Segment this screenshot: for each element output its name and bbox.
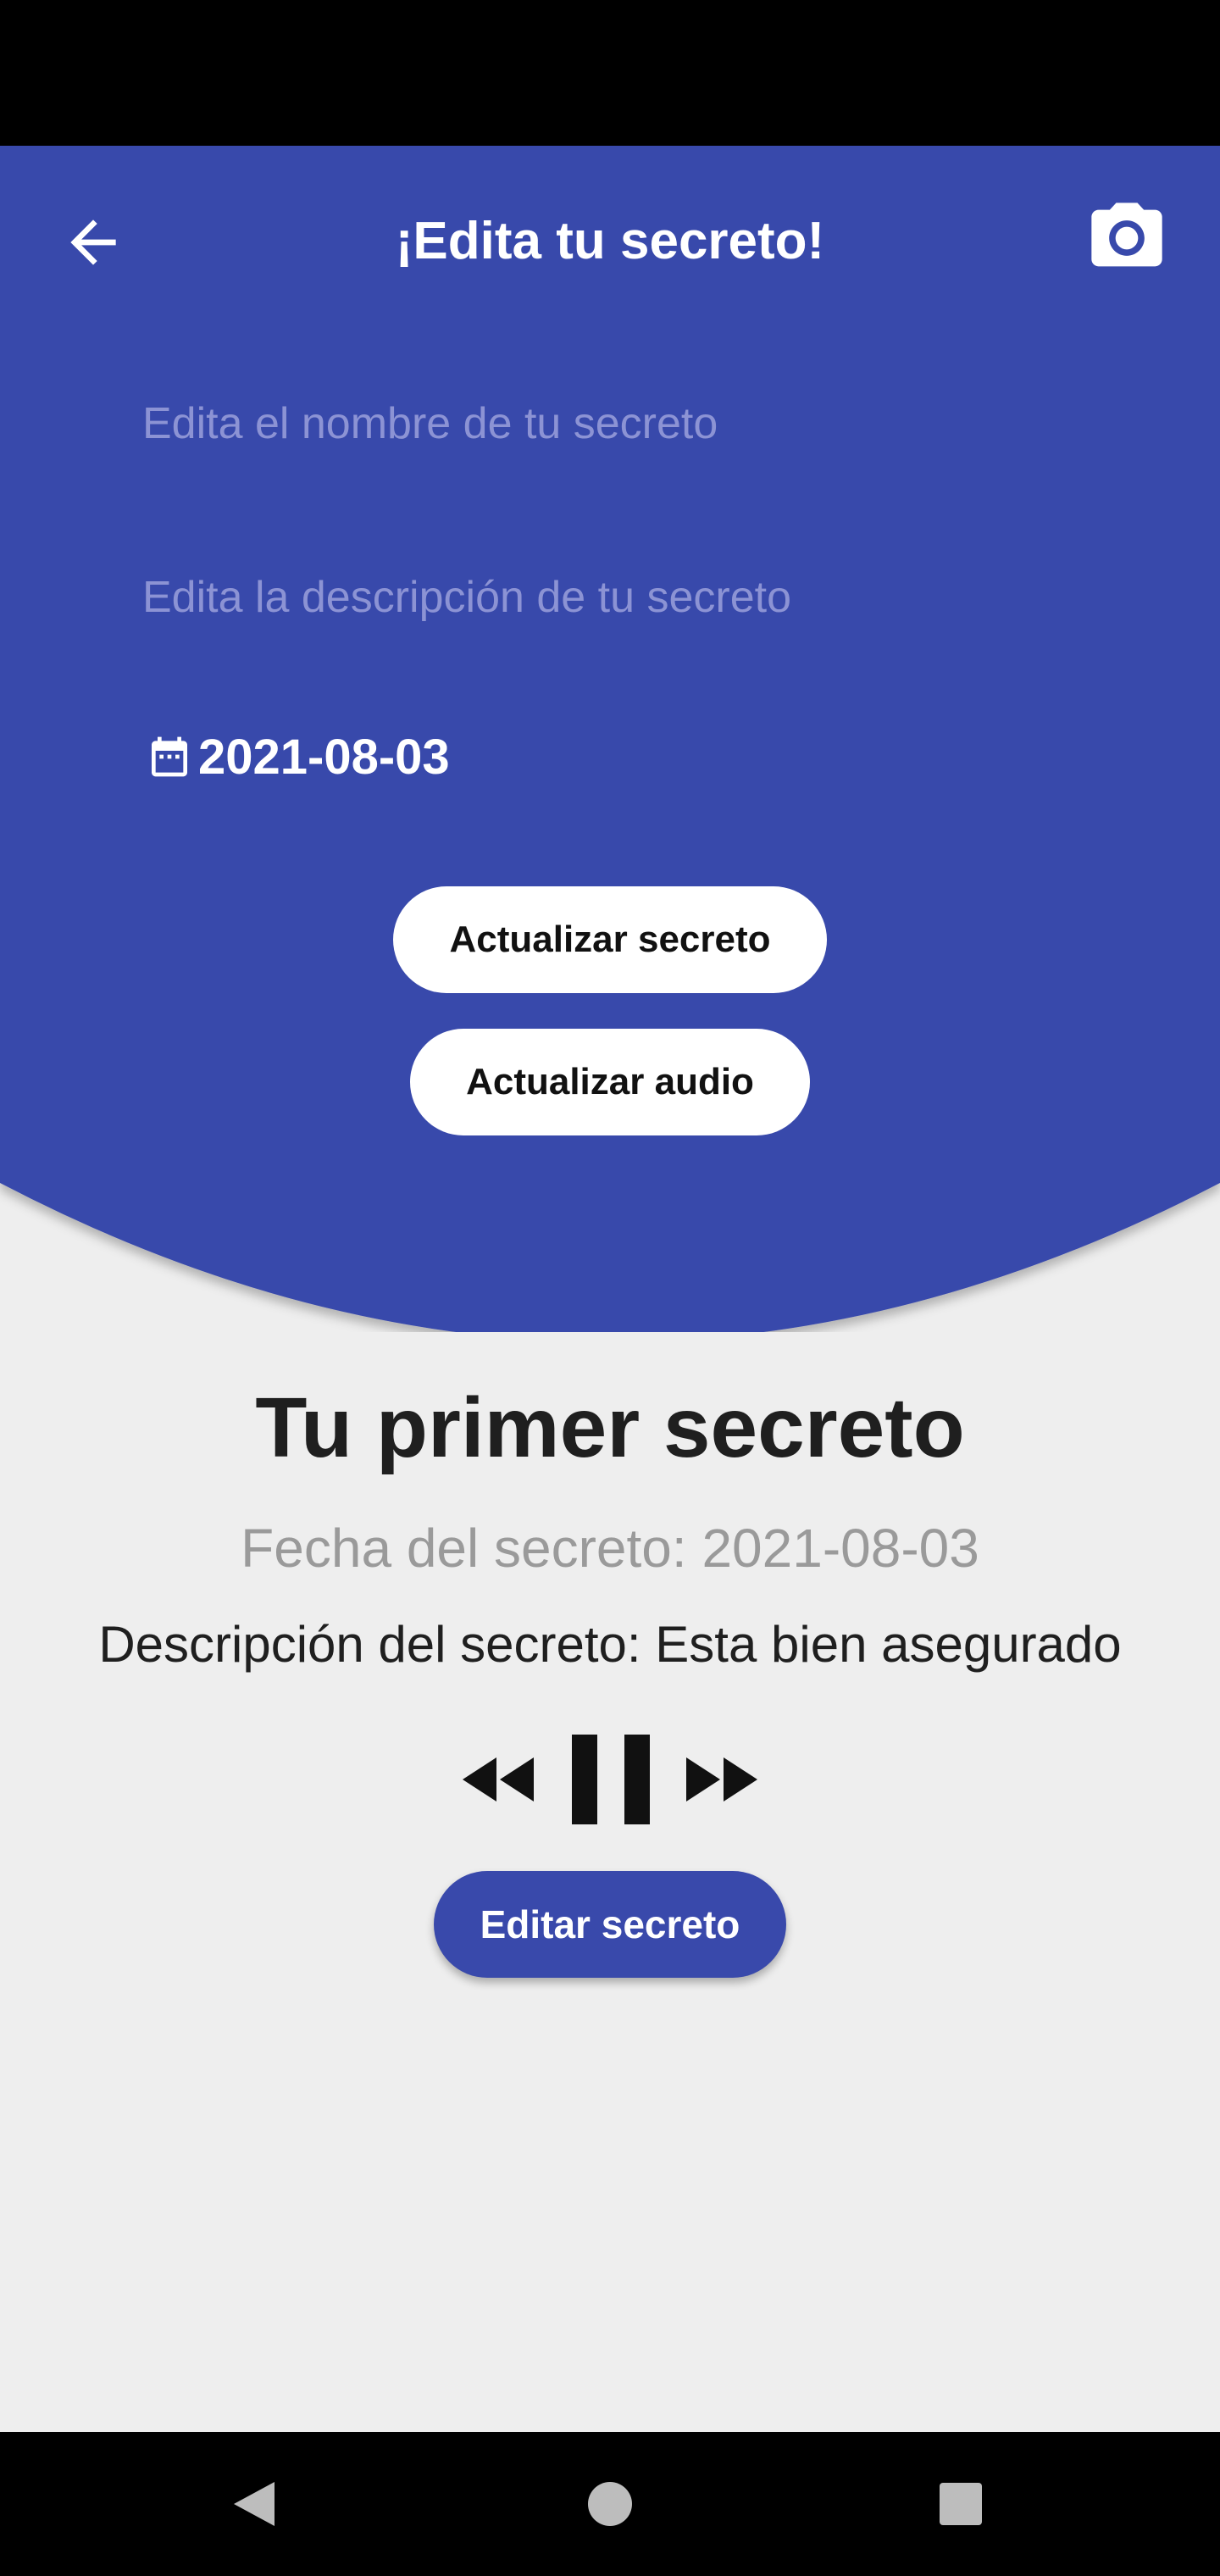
calendar-icon [152, 736, 187, 777]
secret-date: Fecha del secreto: 2021-08-03 [241, 1518, 979, 1579]
camera-button[interactable] [1076, 192, 1178, 285]
nav-back-button[interactable] [186, 2432, 322, 2576]
system-navigation-bar [0, 2432, 1220, 2576]
rewind-button[interactable] [458, 1729, 539, 1830]
edit-secret-button[interactable]: Editar secreto [434, 1871, 786, 1978]
update-audio-button[interactable]: Actualizar audio [410, 1029, 810, 1135]
arrow-left-icon [70, 219, 116, 265]
status-bar [0, 0, 1220, 146]
page-title: ¡Edita tu secreto! [395, 212, 825, 270]
nav-home-button[interactable] [542, 2432, 678, 2576]
nav-recents-icon [940, 2483, 982, 2525]
date-picker[interactable]: 2021-08-03 [146, 719, 450, 795]
update-secret-button[interactable]: Actualizar secreto [393, 886, 827, 993]
secret-title: Tu primer secreto [255, 1380, 965, 1475]
camera-icon [1091, 203, 1162, 267]
pause-button[interactable] [564, 1729, 657, 1830]
back-button[interactable] [51, 200, 136, 285]
fast-forward-button[interactable] [681, 1729, 762, 1830]
date-value: 2021-08-03 [198, 729, 450, 785]
fast-forward-icon [686, 1757, 757, 1802]
rewind-icon [463, 1757, 534, 1802]
nav-home-icon [588, 2482, 632, 2526]
nav-recents-button[interactable] [893, 2432, 1029, 2576]
pause-icon [572, 1735, 650, 1824]
secret-description-input[interactable] [142, 551, 1074, 644]
audio-player [458, 1729, 762, 1830]
secret-description: Descripción del secreto: Esta bien asegu… [98, 1616, 1122, 1673]
secret-name-input[interactable] [142, 377, 1074, 470]
nav-back-icon [234, 2482, 274, 2526]
